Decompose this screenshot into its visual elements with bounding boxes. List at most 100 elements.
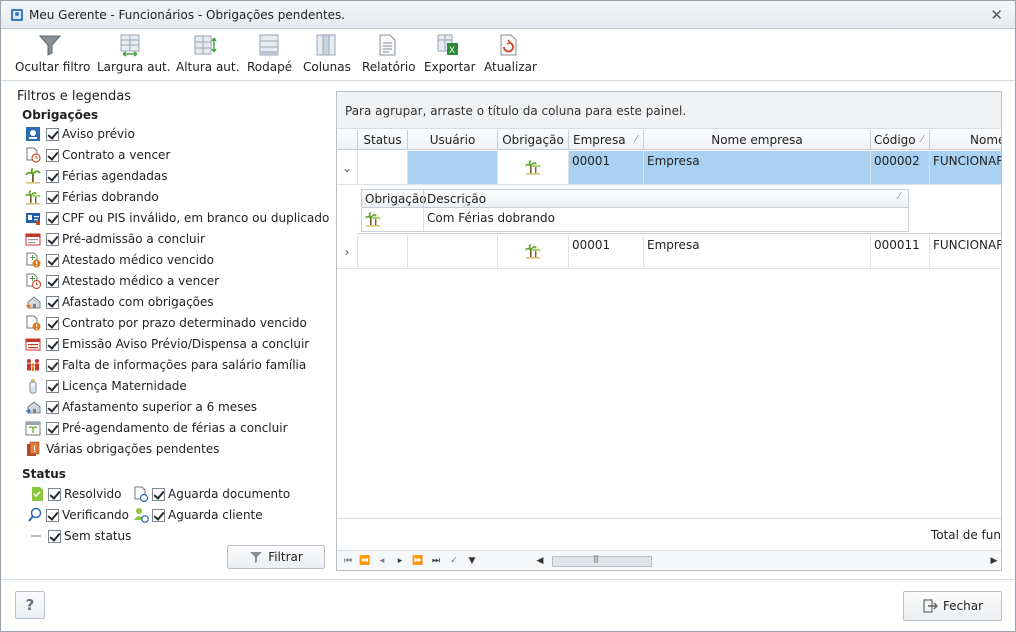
legend-checkbox[interactable]: [46, 190, 59, 204]
legend-item: Férias agendadas: [25, 166, 167, 186]
legend-label: Pré-agendamento de férias a concluir: [62, 421, 288, 435]
palm-tree-double-icon: [525, 160, 541, 175]
legend-checkbox[interactable]: [46, 400, 59, 414]
horizontal-scrollbar[interactable]: ◀ ▶: [534, 553, 1000, 569]
status-label: Aguarda documento: [168, 487, 291, 501]
scroll-left-arrow[interactable]: ◀: [534, 553, 546, 569]
pre-admission-icon: [25, 233, 41, 246]
grid-pane: Para agrupar, arraste o título da coluna…: [336, 91, 1002, 571]
legend-checkbox[interactable]: [46, 211, 59, 225]
status-label: Verificando: [62, 508, 130, 522]
legend-item: Atestado médico a vencer: [25, 271, 219, 291]
status-label: Sem status: [64, 529, 132, 543]
refresh-button[interactable]: Atualizar: [484, 33, 537, 77]
detail-column-header-obrigacao[interactable]: Obrigação: [365, 192, 427, 206]
legend-checkbox[interactable]: [46, 379, 59, 393]
legend-multiple: ! Várias obrigações pendentes: [25, 439, 219, 459]
status-label: Resolvido: [64, 487, 122, 501]
column-header-codigo[interactable]: Código ⁄: [871, 130, 930, 149]
toolbar-label: Atualizar: [484, 60, 537, 74]
column-header-nome[interactable]: Nome: [930, 130, 1001, 149]
grid-header: Status Usuário Obrigação Empresa ⁄ Nome e…: [337, 130, 1001, 150]
scroll-thumb[interactable]: [552, 554, 652, 567]
column-header-label: Empresa: [573, 133, 626, 147]
legend-checkbox[interactable]: [46, 337, 59, 351]
sort-icon: ⁄: [921, 134, 923, 145]
column-header-usuario[interactable]: Usuário: [408, 130, 498, 149]
cell-usuario: [408, 151, 498, 185]
funnel-icon: [38, 35, 62, 56]
footer-toggle-button[interactable]: Rodapé: [247, 33, 292, 77]
column-header-empresa[interactable]: Empresa ⁄: [569, 130, 644, 149]
previous-page-button[interactable]: ⏪: [357, 553, 373, 569]
legend-checkbox[interactable]: [46, 316, 59, 330]
status-checkbox[interactable]: [48, 487, 61, 501]
status-checkbox[interactable]: [48, 529, 61, 543]
legend-checkbox[interactable]: [46, 127, 59, 141]
group-panel[interactable]: Para agrupar, arraste o título da coluna…: [337, 92, 1001, 129]
svg-text:!: !: [33, 444, 36, 454]
house-long-leave-icon: [26, 401, 41, 414]
filter-icon[interactable]: ▼: [464, 553, 480, 569]
legend-label: Várias obrigações pendentes: [46, 442, 220, 456]
verifying-icon: [28, 507, 42, 522]
filter-button[interactable]: Filtrar: [227, 545, 325, 569]
auto-height-button[interactable]: Altura aut.: [176, 33, 239, 77]
status-checkbox[interactable]: [152, 508, 165, 522]
status-sem-status: Sem status: [29, 526, 131, 546]
columns-button[interactable]: Colunas: [303, 33, 351, 77]
last-page-button[interactable]: ⏭: [428, 553, 444, 569]
report-button[interactable]: Relatório: [362, 33, 416, 77]
table-row[interactable]: › 00001 Empresa 000011 FUNCIONARI: [337, 235, 1001, 269]
legend-checkbox[interactable]: [46, 253, 59, 267]
previous-record-button[interactable]: ◂: [374, 553, 390, 569]
scroll-right-arrow[interactable]: ▶: [988, 553, 1000, 569]
toolbar-label: Relatório: [362, 60, 416, 74]
status-checkbox[interactable]: [46, 508, 59, 522]
legend-label: Férias agendadas: [62, 169, 168, 183]
legend-item: Pré-admissão a concluir: [25, 229, 205, 249]
detail-row[interactable]: Com Férias dobrando: [361, 208, 909, 232]
cell-codigo: 000011: [871, 235, 930, 269]
legend-checkbox[interactable]: [46, 169, 59, 183]
close-window-button[interactable]: ✕: [990, 6, 1003, 24]
column-header-obrigacao[interactable]: Obrigação: [498, 130, 569, 149]
next-record-button[interactable]: ▸: [392, 553, 408, 569]
column-header-nome-empresa[interactable]: Nome empresa: [644, 130, 871, 149]
id-card-icon: [26, 213, 40, 225]
palm-tree-double-icon: [525, 244, 541, 259]
detail-grid: Obrigação Descrição ⁄ Com Férias dobrand…: [358, 185, 1001, 234]
hide-filter-button[interactable]: Ocultar filtro: [15, 33, 90, 77]
legend-checkbox[interactable]: [46, 274, 59, 288]
filters-title: Filtros e legendas: [17, 89, 131, 104]
legend-label: Contrato por prazo determinado vencido: [62, 316, 307, 330]
legend-checkbox[interactable]: [46, 295, 59, 309]
legend-checkbox[interactable]: [46, 358, 59, 372]
detail-column-header-descricao[interactable]: Descrição: [427, 192, 486, 206]
waiting-document-icon: [134, 486, 149, 502]
close-button[interactable]: Fechar: [903, 591, 1002, 621]
column-header-status[interactable]: Status: [358, 130, 408, 149]
grid-footer: Total de fun: [337, 518, 1001, 550]
legend-label: Afastado com obrigações: [62, 295, 214, 309]
contract-clock-icon: [26, 147, 41, 163]
legend-checkbox[interactable]: [46, 232, 59, 246]
total-label: Total de fun: [930, 528, 1001, 542]
confirm-icon[interactable]: ✓: [446, 553, 462, 569]
status-checkbox[interactable]: [152, 487, 165, 501]
expand-row-button[interactable]: ›: [337, 235, 358, 269]
next-page-button[interactable]: ⏩: [410, 553, 426, 569]
status-verificando: Verificando: [27, 505, 129, 525]
table-row[interactable]: ⌄ 00001 Empresa 000002 FUNCIONARI: [337, 151, 1001, 185]
legend-label: CPF ou PIS inválido, em branco ou duplic…: [62, 211, 330, 225]
export-button[interactable]: X Exportar: [424, 33, 476, 77]
legend-checkbox[interactable]: [46, 148, 59, 162]
cell-obrigacao: [498, 235, 569, 269]
legend-checkbox[interactable]: [46, 421, 59, 435]
cell-usuario: [408, 235, 498, 269]
first-page-button[interactable]: ⏮: [340, 553, 356, 569]
column-header-label: Código: [874, 133, 916, 147]
help-button[interactable]: ?: [15, 591, 45, 619]
collapse-row-button[interactable]: ⌄: [337, 151, 358, 185]
auto-width-button[interactable]: Largura aut.: [97, 33, 171, 77]
